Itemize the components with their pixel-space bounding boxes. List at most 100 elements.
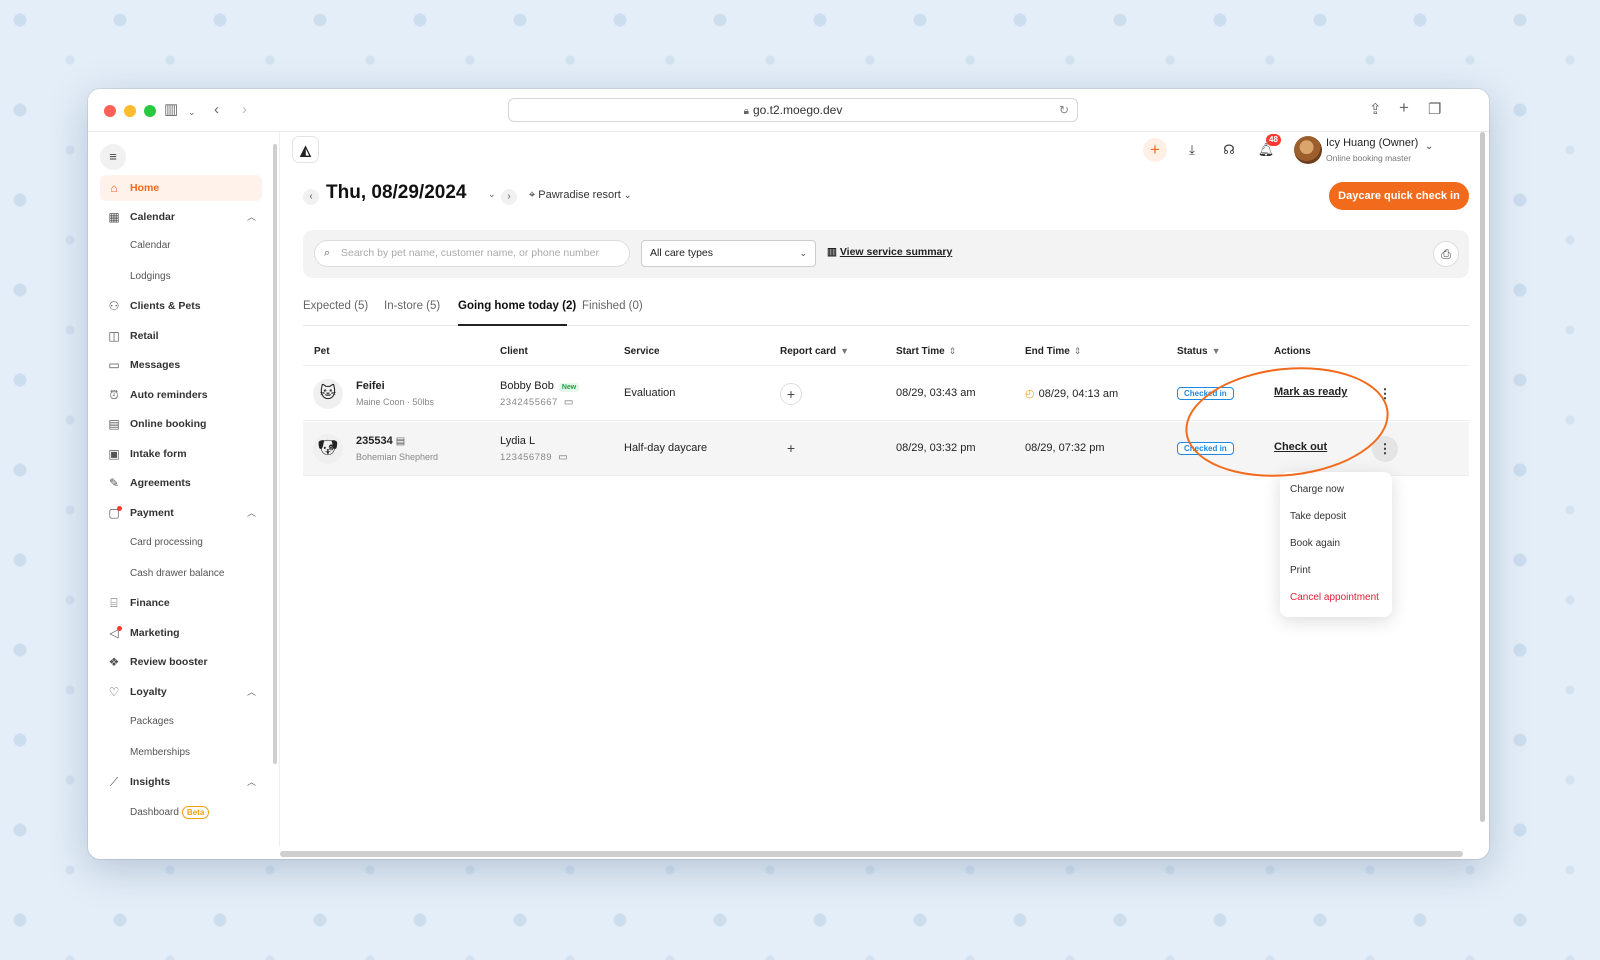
app-logo-icon[interactable]: ◭ xyxy=(292,136,319,163)
menu-item-charge-now[interactable]: Charge now xyxy=(1290,484,1344,495)
chevron-down-icon[interactable]: ⌄ xyxy=(1425,141,1433,152)
sidebar-scrollbar[interactable] xyxy=(273,144,277,764)
sidebar-subitem-memberships[interactable]: Memberships xyxy=(130,745,190,761)
new-tab-icon[interactable]: + xyxy=(1399,99,1409,117)
sidebar-item-label: Dashboard xyxy=(130,807,179,818)
sidebar-item-insights[interactable]: ⟋ Insights ︿ xyxy=(100,769,262,795)
menu-item-print[interactable]: Print xyxy=(1290,565,1311,576)
column-header-start-time[interactable]: Start Time ⇕ xyxy=(896,346,956,357)
form-icon: ▣ xyxy=(108,447,120,461)
horizontal-scrollbar[interactable] xyxy=(280,851,1463,857)
add-report-card-button[interactable]: + xyxy=(780,383,802,405)
location-selector[interactable]: ⌖ Pawradise resort ⌄ xyxy=(529,189,631,202)
sidebar-subitem-card-processing[interactable]: Card processing xyxy=(130,535,203,551)
tabs-overview-icon[interactable]: ❐ xyxy=(1428,101,1441,119)
sidebar-item-marketing[interactable]: ◁ Marketing xyxy=(100,620,262,646)
sidebar-item-home[interactable]: ⌂ Home xyxy=(100,175,262,201)
menu-item-cancel-appointment[interactable]: Cancel appointment xyxy=(1290,592,1379,603)
sidebar-subitem-dashboard[interactable]: Dashboard Beta xyxy=(130,805,210,821)
sidebar-item-payment[interactable]: ▢ Payment ︿ xyxy=(100,500,262,526)
sidebar-item-loyalty[interactable]: ♡ Loyalty ︿ xyxy=(100,679,262,705)
close-window-button[interactable] xyxy=(104,105,116,117)
end-time: ◴ 08/29, 04:13 am xyxy=(1025,387,1118,400)
plus-icon[interactable]: + xyxy=(1143,138,1167,162)
beta-badge: Beta xyxy=(181,805,210,819)
pet-name-text: 235534 xyxy=(356,435,393,447)
sidebar-subitem-lodgings[interactable]: Lodgings xyxy=(130,269,171,285)
client-name[interactable]: Lydia L xyxy=(500,435,535,447)
print-icon[interactable]: ⎙ xyxy=(1433,241,1459,267)
maximize-window-button[interactable] xyxy=(144,105,156,117)
chevron-up-icon: ︿ xyxy=(246,508,256,518)
client-name[interactable]: Bobby Bob New xyxy=(500,380,580,392)
sidebar-item-calendar[interactable]: ▦ Calendar ︿ xyxy=(100,204,262,230)
sort-icon[interactable]: ⇕ xyxy=(949,346,957,356)
headset-icon[interactable]: ☊ xyxy=(1217,138,1241,162)
sidebar-subitem-cash-drawer[interactable]: Cash drawer balance xyxy=(130,566,225,582)
sidebar-item-agreements[interactable]: ✎ Agreements xyxy=(100,470,262,496)
back-icon[interactable]: ‹ xyxy=(214,101,219,119)
sidebar-item-review-booster[interactable]: ❖ Review booster xyxy=(100,649,262,675)
add-report-card-button[interactable]: + xyxy=(780,438,802,460)
main-scrollbar[interactable] xyxy=(1480,132,1485,822)
view-service-summary-link[interactable]: ▥ View service summary xyxy=(827,246,952,258)
sidebar-item-online-booking[interactable]: ▤ Online booking xyxy=(100,411,262,437)
pen-icon: ✎ xyxy=(108,476,120,490)
service-name: Evaluation xyxy=(624,387,676,399)
message-icon[interactable]: ▭ xyxy=(564,397,574,408)
menu-icon[interactable]: ≡ xyxy=(100,144,126,170)
forward-icon[interactable]: › xyxy=(242,101,247,119)
sort-icon[interactable]: ⇕ xyxy=(1074,346,1082,356)
reload-icon[interactable]: ↻ xyxy=(1059,99,1069,121)
sidebar-item-finance[interactable]: ⌸ Finance xyxy=(100,590,262,616)
notes-icon[interactable]: ▤ xyxy=(396,436,405,447)
column-header-status[interactable]: Status ▼ xyxy=(1177,346,1220,357)
date-title[interactable]: Thu, 08/29/2024 xyxy=(326,182,466,204)
menu-item-take-deposit[interactable]: Take deposit xyxy=(1290,511,1346,522)
bell-icon[interactable]: 🔔︎ 48 xyxy=(1254,134,1281,162)
sidebar-item-intake-form[interactable]: ▣ Intake form xyxy=(100,441,262,467)
sidebar-toggle-icon[interactable]: ▥ xyxy=(164,101,178,119)
overdue-clock-icon: ◴ xyxy=(1025,388,1035,400)
column-header-report-card[interactable]: Report card ▼ xyxy=(780,346,849,357)
url-bar[interactable]: 🔒︎ go.t2.moego.dev ↻ xyxy=(508,98,1078,122)
message-icon[interactable]: ▭ xyxy=(558,452,568,463)
sidebar-item-clients-pets[interactable]: ⚇ Clients & Pets xyxy=(100,293,262,319)
megaphone-icon: ◁ xyxy=(109,626,119,640)
bank-icon: ⌸ xyxy=(110,596,118,610)
tab-in-store[interactable]: In-store (5) xyxy=(384,300,440,312)
sidebar-item-label: Intake form xyxy=(130,448,187,460)
column-header-end-time[interactable]: End Time ⇕ xyxy=(1025,346,1081,357)
filter-icon[interactable]: ▼ xyxy=(1212,346,1221,356)
sidebar-subitem-calendar[interactable]: Calendar xyxy=(130,238,171,254)
client-phone: 2342455667 ▭ xyxy=(500,397,574,408)
phone-text: 123456789 xyxy=(500,452,553,463)
chevron-down-icon[interactable]: ⌄ xyxy=(488,189,496,200)
daycare-quick-checkin-button[interactable]: Daycare quick check in xyxy=(1329,182,1469,210)
pet-name[interactable]: 235534 ▤ xyxy=(356,435,405,447)
tab-finished[interactable]: Finished (0) xyxy=(582,300,643,312)
sidebar-subitem-packages[interactable]: Packages xyxy=(130,714,174,730)
next-date-button[interactable]: › xyxy=(501,189,517,205)
sidebar-item-retail[interactable]: ◫ Retail xyxy=(100,323,262,349)
summary-icon: ▥ xyxy=(827,246,837,258)
download-icon[interactable]: ⤓ xyxy=(1180,138,1204,162)
search-input[interactable]: ⌕ Search by pet name, customer name, or … xyxy=(314,240,630,267)
filter-icon[interactable]: ▼ xyxy=(840,346,849,356)
previous-date-button[interactable]: ‹ xyxy=(303,189,319,205)
sidebar-item-messages[interactable]: ▭ Messages xyxy=(100,352,262,378)
user-name[interactable]: Icy Huang (Owner) xyxy=(1326,137,1418,149)
minimize-window-button[interactable] xyxy=(124,105,136,117)
chevron-down-icon[interactable]: ⌄ xyxy=(188,103,196,121)
client-phone: 123456789 ▭ xyxy=(500,452,568,463)
share-icon[interactable]: ⇪ xyxy=(1369,101,1382,119)
notification-dot xyxy=(117,506,122,511)
tab-going-home-today[interactable]: Going home today (2) xyxy=(458,300,576,312)
lock-icon: 🔒︎ xyxy=(743,106,749,117)
pet-name[interactable]: Feifei xyxy=(356,380,385,392)
avatar[interactable] xyxy=(1294,136,1322,164)
care-type-select[interactable]: All care types ⌄ xyxy=(641,240,816,267)
sidebar-item-auto-reminders[interactable]: ⏰︎ Auto reminders xyxy=(100,382,262,408)
menu-item-book-again[interactable]: Book again xyxy=(1290,538,1340,549)
tab-expected[interactable]: Expected (5) xyxy=(303,300,368,312)
